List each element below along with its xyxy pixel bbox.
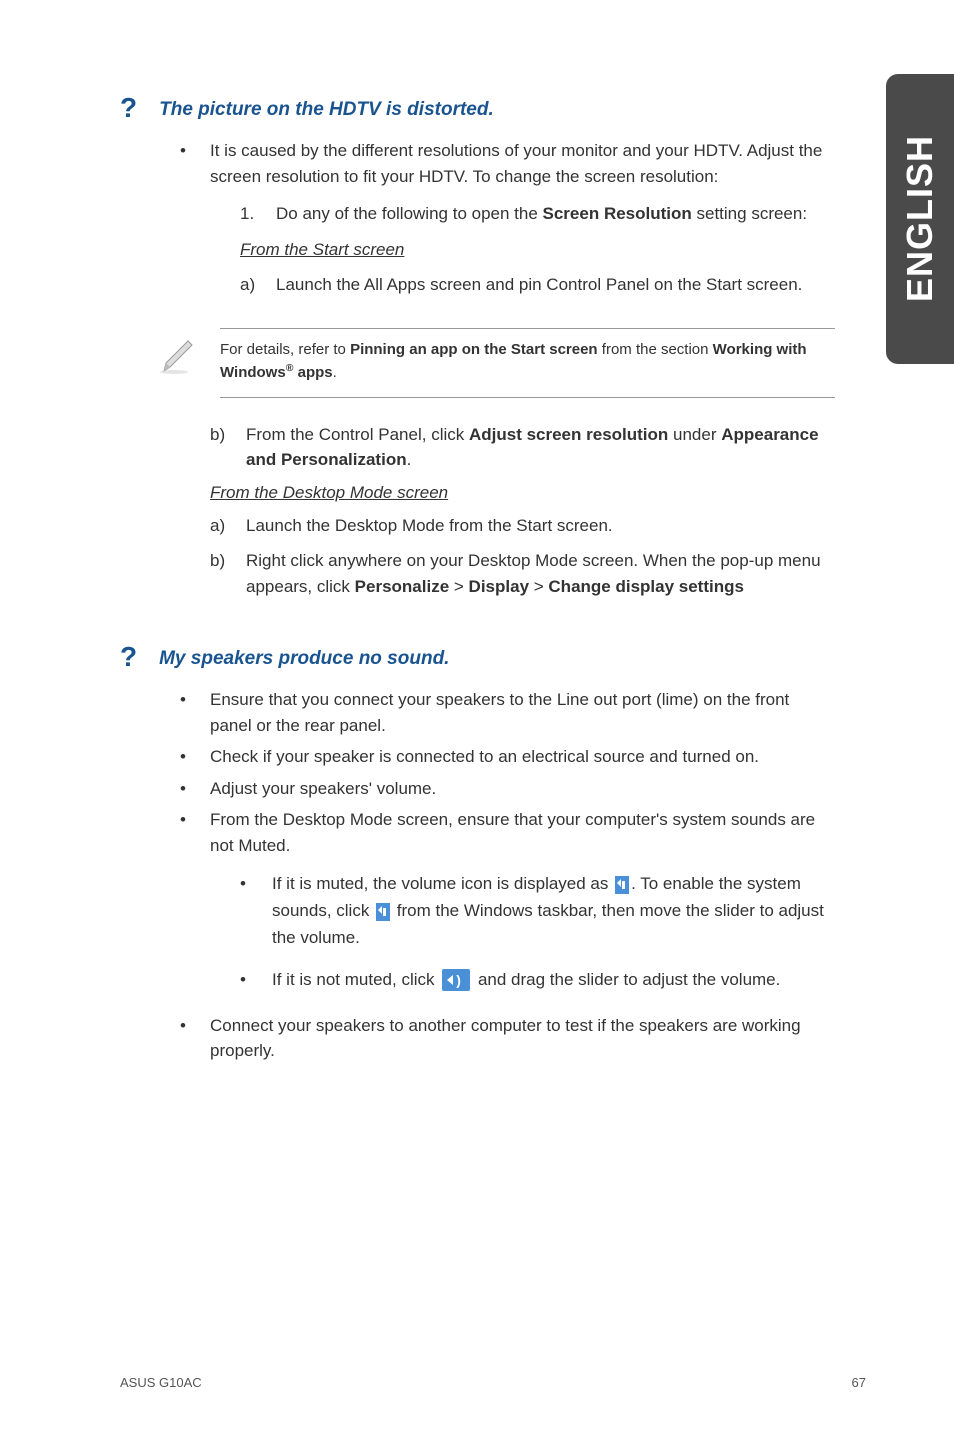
bullet-dot-icon: • — [180, 1013, 210, 1064]
speaker-icon — [442, 969, 470, 991]
bullet-text: Ensure that you connect your speakers to… — [210, 687, 834, 738]
step-letter: b) — [210, 422, 246, 473]
bullet-dot-icon: • — [180, 744, 210, 770]
faq-header: ? The picture on the HDTV is distorted. — [120, 90, 834, 122]
question-mark-icon: ? — [120, 641, 137, 673]
letter-step: a) Launch the Desktop Mode from the Star… — [210, 513, 834, 539]
question-mark-icon: ? — [120, 92, 137, 124]
step-text: Launch the Desktop Mode from the Start s… — [246, 513, 613, 539]
bullet-item: • Ensure that you connect your speakers … — [180, 687, 834, 738]
note-box: For details, refer to Pinning an app on … — [220, 328, 835, 398]
section-heading-desktop: From the Desktop Mode screen — [210, 483, 834, 503]
bullet-item: • It is caused by the different resoluti… — [180, 138, 834, 308]
pencil-icon — [158, 335, 200, 377]
language-label: ENGLISH — [899, 135, 941, 302]
bullet-dot-icon: • — [180, 807, 210, 1007]
letter-step: b) Right click anywhere on your Desktop … — [210, 548, 834, 599]
faq-title: The picture on the HDTV is distorted. — [159, 99, 494, 121]
letter-step: a) Launch the All Apps screen and pin Co… — [240, 272, 834, 298]
step-text: Launch the All Apps screen and pin Contr… — [276, 272, 802, 298]
bullet-item: • Connect your speakers to another compu… — [180, 1013, 834, 1064]
speaker-muted-icon — [376, 903, 390, 921]
faq-header: ? My speakers produce no sound. — [120, 639, 834, 671]
faq-title: My speakers produce no sound. — [159, 648, 449, 670]
bullet-dot-icon: • — [180, 138, 210, 308]
page-content: ? The picture on the HDTV is distorted. … — [0, 0, 954, 1064]
numbered-step: 1. Do any of the following to open the S… — [240, 201, 834, 227]
step-letter: b) — [210, 548, 246, 599]
step-text: From the Control Panel, click Adjust scr… — [246, 422, 834, 473]
bullet-item: • From the Desktop Mode screen, ensure t… — [180, 807, 834, 1007]
step-number: 1. — [240, 201, 276, 227]
page-footer: ASUS G10AC 67 — [120, 1375, 866, 1390]
bullet-dot-icon: • — [180, 776, 210, 802]
bullet-text: Connect your speakers to another compute… — [210, 1013, 834, 1064]
bullet-item: • Adjust your speakers' volume. — [180, 776, 834, 802]
step-text: Do any of the following to open the Scre… — [276, 201, 807, 227]
step-letter: a) — [210, 513, 246, 539]
footer-product: ASUS G10AC — [120, 1375, 202, 1390]
bullet-dot-icon: • — [240, 870, 272, 952]
step-letter: a) — [240, 272, 276, 298]
section-heading-start: From the Start screen — [240, 237, 834, 263]
bullet-item: • Check if your speaker is connected to … — [180, 744, 834, 770]
sub-bullet-text: If it is not muted, click and drag the s… — [272, 966, 780, 993]
note-text: For details, refer to Pinning an app on … — [220, 341, 807, 382]
bullet-text: Check if your speaker is connected to an… — [210, 744, 834, 770]
faq-item-hdtv: ? The picture on the HDTV is distorted. … — [120, 90, 834, 599]
faq-body: • It is caused by the different resoluti… — [180, 138, 834, 308]
faq-item-speakers: ? My speakers produce no sound. • Ensure… — [120, 639, 834, 1064]
bullet-dot-icon: • — [180, 687, 210, 738]
footer-page-number: 67 — [852, 1375, 866, 1390]
sub-bullet-text: If it is muted, the volume icon is displ… — [272, 870, 834, 952]
bullet-text: It is caused by the different resolution… — [210, 138, 834, 308]
language-tab: ENGLISH — [886, 74, 954, 364]
letter-step: b) From the Control Panel, click Adjust … — [210, 422, 834, 473]
continued-list: b) From the Control Panel, click Adjust … — [210, 422, 834, 600]
bullet-text: From the Desktop Mode screen, ensure tha… — [210, 807, 834, 1007]
sub-bullet: • If it is muted, the volume icon is dis… — [240, 870, 834, 952]
faq-body: • Ensure that you connect your speakers … — [180, 687, 834, 1064]
step-text: Right click anywhere on your Desktop Mod… — [246, 548, 834, 599]
bullet-dot-icon: • — [240, 966, 272, 993]
bullet-text: Adjust your speakers' volume. — [210, 776, 834, 802]
speaker-muted-icon — [615, 876, 629, 894]
sub-bullet: • If it is not muted, click and drag the… — [240, 966, 834, 993]
